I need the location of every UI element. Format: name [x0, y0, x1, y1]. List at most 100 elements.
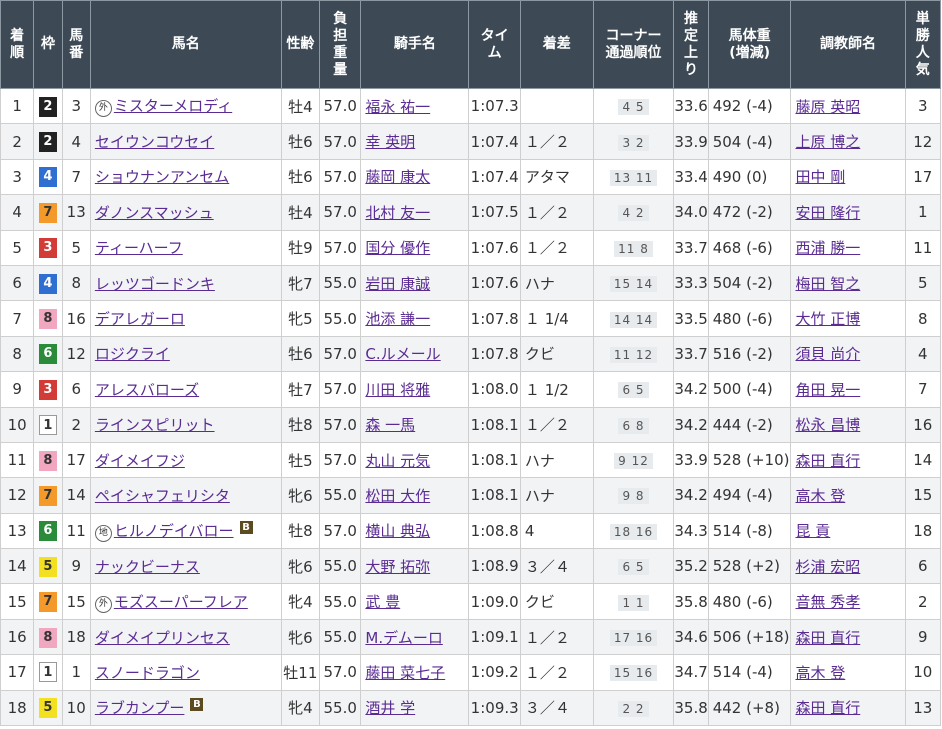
jockey-link[interactable]: 藤田 菜七子 [365, 664, 445, 682]
trainer-link[interactable]: 森田 直行 [795, 699, 860, 717]
trainer-link[interactable]: 大竹 正博 [795, 310, 860, 328]
trainer-cell: 森田 直行 [790, 618, 906, 656]
waku-badge: 5 [38, 556, 57, 577]
trainer-link[interactable]: 森田 直行 [795, 629, 860, 647]
trainer-link[interactable]: 田中 剛 [795, 168, 845, 186]
corner-cell: 13 11 [592, 158, 675, 196]
horse-name-link[interactable]: ダノンスマッシュ [95, 204, 214, 222]
jockey-link[interactable]: 岩田 康誠 [365, 275, 430, 293]
horse-number-cell: 10 [61, 689, 91, 727]
trainer-link[interactable]: 藤原 英昭 [795, 98, 860, 116]
horse-name-link[interactable]: ミスターメロディ [114, 97, 232, 115]
trainer-link[interactable]: 高木 登 [795, 487, 845, 505]
trainer-cell: 音無 秀孝 [790, 583, 906, 620]
trainer-link[interactable]: 音無 秀孝 [795, 593, 860, 611]
jockey-link[interactable]: M.デムーロ [365, 629, 442, 647]
corner-cell: 9 12 [592, 441, 675, 479]
jockey-cell: 岩田 康誠 [360, 264, 470, 302]
trainer-link[interactable]: 杉浦 宏昭 [795, 558, 860, 576]
horse-name-link[interactable]: ダイメイプリンセス [95, 629, 230, 647]
horse-name-link[interactable]: スノードラゴン [95, 664, 200, 682]
horse-name-link[interactable]: ティーハーフ [95, 239, 183, 257]
jockey-link[interactable]: 丸山 元気 [365, 452, 430, 470]
time-cell: 1:08.1 [468, 441, 521, 479]
trainer-cell: 杉浦 宏昭 [790, 548, 906, 585]
waku-cell: 4 [33, 264, 63, 302]
waku-cell: 1 [33, 406, 63, 443]
weight-cell: 55.0 [319, 583, 362, 620]
time-cell: 1:09.1 [468, 618, 521, 656]
trainer-link[interactable]: 上原 博之 [795, 133, 860, 151]
horse-number-cell: 15 [61, 583, 91, 620]
horse-name-link[interactable]: レッツゴードンキ [95, 275, 215, 293]
waku-cell: 2 [33, 123, 63, 160]
corner-positions: 6 5 [618, 559, 649, 576]
jockey-link[interactable]: 武 豊 [365, 593, 400, 611]
corner-cell: 6 5 [592, 371, 675, 408]
popularity-cell: 12 [904, 123, 942, 160]
trainer-link[interactable]: 須貝 尚介 [795, 345, 860, 363]
sex-age-cell: 牝5 [280, 300, 321, 337]
jockey-link[interactable]: 酒井 学 [365, 699, 415, 717]
jockey-cell: 森 一馬 [360, 406, 470, 443]
horse-name-link[interactable]: デアレガーロ [95, 310, 185, 328]
horse-name-link[interactable]: ダイメイフジ [95, 452, 185, 470]
trainer-link[interactable]: 安田 隆行 [795, 204, 860, 222]
horse-name-link[interactable]: アレスバローズ [95, 381, 199, 399]
jockey-link[interactable]: 藤岡 康太 [365, 168, 430, 186]
horse-name-cell: ダイメイプリンセス [89, 618, 282, 656]
jockey-link[interactable]: 松田 大作 [365, 487, 430, 505]
jockey-link[interactable]: 川田 将雅 [365, 381, 430, 399]
jockey-cell: 藤田 菜七子 [360, 654, 470, 691]
table-row: 13 6 11 地ヒルノデイバロー B 牡8 57.0 横山 典弘 1:08.8 4 18 16 34… [0, 512, 942, 550]
jockey-link[interactable]: 横山 典弘 [365, 522, 430, 540]
trainer-cell: 高木 登 [790, 477, 906, 514]
horse-name-link[interactable]: ロジクライ [95, 345, 170, 363]
jockey-link[interactable]: 大野 拓弥 [365, 558, 430, 576]
table-row: 12 7 14 ペイシャフェリシタ 牝6 55.0 松田 大作 1:08.1 ハナ 9 8 34.2… [0, 477, 942, 514]
trainer-link[interactable]: 西浦 勝一 [795, 239, 860, 257]
last-3f-cell: 34.6 [673, 618, 709, 656]
jockey-link[interactable]: C.ルメール [365, 345, 440, 363]
sex-age-cell: 牝4 [280, 689, 321, 727]
corner-positions: 11 12 [609, 346, 658, 363]
horse-name-link[interactable]: ラブカンプー [95, 699, 185, 717]
weight-cell: 57.0 [319, 406, 362, 443]
trainer-link[interactable]: 松永 昌博 [795, 416, 860, 434]
waku-cell: 8 [33, 300, 63, 337]
horse-name-link[interactable]: ナックビーナス [95, 558, 200, 576]
waku-cell: 1 [33, 654, 63, 691]
weight-cell: 57.0 [319, 194, 362, 231]
weight-cell: 55.0 [319, 264, 362, 302]
horse-name-link[interactable]: ショウナンアンセム [95, 168, 229, 186]
horse-number-cell: 18 [61, 618, 91, 656]
popularity-cell: 7 [904, 371, 942, 408]
trainer-link[interactable]: 森田 直行 [795, 452, 860, 470]
jockey-link[interactable]: 国分 優作 [365, 239, 430, 257]
jockey-link[interactable]: 幸 英明 [365, 133, 415, 151]
jockey-cell: 北村 友一 [360, 194, 470, 231]
waku-badge: 1 [38, 662, 57, 683]
horse-name-link[interactable]: ヒルノデイバロー [114, 522, 234, 540]
corner-positions: 18 16 [609, 523, 658, 540]
popularity-cell: 17 [904, 158, 942, 196]
horse-name-link[interactable]: モズスーパーフレア [114, 593, 248, 611]
weight-cell: 57.0 [319, 229, 362, 266]
jockey-link[interactable]: 福永 祐一 [365, 98, 430, 116]
horse-name-link[interactable]: ラインスピリット [95, 416, 215, 434]
jockey-link[interactable]: 森 一馬 [365, 416, 415, 434]
rank-cell: 1 [0, 87, 35, 125]
body-weight-cell: 528 (+10) [707, 441, 792, 479]
trainer-link[interactable]: 角田 晃一 [795, 381, 860, 399]
jockey-link[interactable]: 池添 謙一 [365, 310, 430, 328]
horse-name-cell: ペイシャフェリシタ [89, 477, 282, 514]
waku-badge: 7 [38, 485, 57, 506]
trainer-link[interactable]: 梅田 智之 [795, 275, 860, 293]
trainer-link[interactable]: 高木 登 [795, 664, 845, 682]
jockey-link[interactable]: 北村 友一 [365, 204, 430, 222]
trainer-link[interactable]: 昆 貢 [795, 522, 830, 540]
table-row: 16 8 18 ダイメイプリンセス 牝6 55.0 M.デムーロ 1:09.1 １／２ 17 16… [0, 618, 942, 656]
trainer-cell: 高木 登 [790, 654, 906, 691]
horse-name-link[interactable]: セイウンコウセイ [95, 133, 214, 151]
horse-name-link[interactable]: ペイシャフェリシタ [95, 487, 230, 505]
